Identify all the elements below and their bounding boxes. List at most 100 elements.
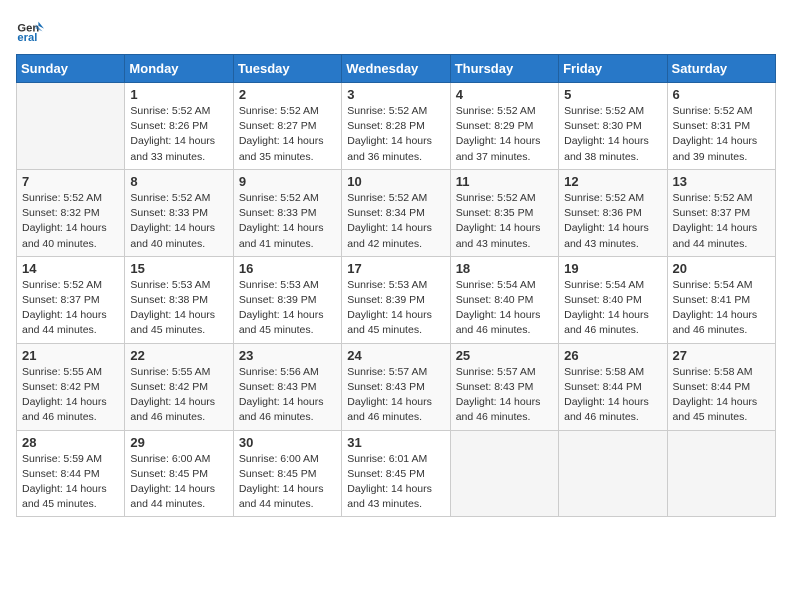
svg-text:eral: eral <box>17 32 37 44</box>
day-number: 31 <box>347 435 444 450</box>
calendar-cell: 24Sunrise: 5:57 AM Sunset: 8:43 PM Dayli… <box>342 343 450 430</box>
calendar-cell: 5 Sunrise: 5:52 AM Sunset: 8:30 PM Daylig… <box>559 83 667 170</box>
day-info: Sunrise: 5:52 AM Sunset: 8:27 PM Dayligh… <box>239 104 336 165</box>
calendar-cell: 31 Sunrise: 6:01 AM Sunset: 8:45 PM Dayli… <box>342 430 450 517</box>
calendar-cell: 19 Sunrise: 5:54 AM Sunset: 8:40 PM Dayli… <box>559 256 667 343</box>
calendar-cell: 16 Sunrise: 5:53 AM Sunset: 8:39 PM Dayli… <box>233 256 341 343</box>
calendar-cell: 29Sunrise: 6:00 AM Sunset: 8:45 PM Dayli… <box>125 430 233 517</box>
day-info: Sunrise: 5:52 AM Sunset: 8:28 PM Dayligh… <box>347 104 444 165</box>
day-info: Sunrise: 5:52 AM Sunset: 8:34 PM Dayligh… <box>347 191 444 252</box>
day-info: Sunrise: 5:59 AM Sunset: 8:44 PM Dayligh… <box>22 452 119 513</box>
calendar-cell: 1 Sunrise: 5:52 AM Sunset: 8:26 PM Daylig… <box>125 83 233 170</box>
weekday-header-wednesday: Wednesday <box>342 55 450 83</box>
calendar-cell <box>17 83 125 170</box>
calendar-cell: 11Sunrise: 5:52 AM Sunset: 8:35 PM Dayli… <box>450 169 558 256</box>
day-number: 1 <box>130 87 227 102</box>
day-info: Sunrise: 6:00 AM Sunset: 8:45 PM Dayligh… <box>239 452 336 513</box>
day-number: 21 <box>22 348 119 363</box>
weekday-header-thursday: Thursday <box>450 55 558 83</box>
day-info: Sunrise: 5:55 AM Sunset: 8:42 PM Dayligh… <box>130 365 227 426</box>
day-info: Sunrise: 5:52 AM Sunset: 8:33 PM Dayligh… <box>239 191 336 252</box>
day-info: Sunrise: 5:53 AM Sunset: 8:39 PM Dayligh… <box>239 278 336 339</box>
day-info: Sunrise: 5:54 AM Sunset: 8:40 PM Dayligh… <box>456 278 553 339</box>
day-number: 18 <box>456 261 553 276</box>
calendar-cell: 22Sunrise: 5:55 AM Sunset: 8:42 PM Dayli… <box>125 343 233 430</box>
day-info: Sunrise: 5:58 AM Sunset: 8:44 PM Dayligh… <box>564 365 661 426</box>
day-number: 3 <box>347 87 444 102</box>
calendar-cell: 15 Sunrise: 5:53 AM Sunset: 8:38 PM Dayli… <box>125 256 233 343</box>
calendar-week-2: 7Sunrise: 5:52 AM Sunset: 8:32 PM Daylig… <box>17 169 776 256</box>
day-number: 15 <box>130 261 227 276</box>
calendar-cell <box>450 430 558 517</box>
calendar-cell: 10 Sunrise: 5:52 AM Sunset: 8:34 PM Dayli… <box>342 169 450 256</box>
day-number: 26 <box>564 348 661 363</box>
calendar-cell: 14 Sunrise: 5:52 AM Sunset: 8:37 PM Dayli… <box>17 256 125 343</box>
calendar-week-1: 1 Sunrise: 5:52 AM Sunset: 8:26 PM Daylig… <box>17 83 776 170</box>
calendar-cell: 4Sunrise: 5:52 AM Sunset: 8:29 PM Daylig… <box>450 83 558 170</box>
day-info: Sunrise: 5:52 AM Sunset: 8:37 PM Dayligh… <box>673 191 770 252</box>
day-number: 10 <box>347 174 444 189</box>
day-number: 28 <box>22 435 119 450</box>
calendar-week-5: 28 Sunrise: 5:59 AM Sunset: 8:44 PM Dayli… <box>17 430 776 517</box>
day-info: Sunrise: 5:52 AM Sunset: 8:29 PM Dayligh… <box>456 104 553 165</box>
calendar-cell: 2 Sunrise: 5:52 AM Sunset: 8:27 PM Daylig… <box>233 83 341 170</box>
calendar-cell: 3 Sunrise: 5:52 AM Sunset: 8:28 PM Daylig… <box>342 83 450 170</box>
calendar-cell: 30 Sunrise: 6:00 AM Sunset: 8:45 PM Dayli… <box>233 430 341 517</box>
day-number: 20 <box>673 261 770 276</box>
day-number: 8 <box>130 174 227 189</box>
calendar-cell: 21 Sunrise: 5:55 AM Sunset: 8:42 PM Dayli… <box>17 343 125 430</box>
calendar-cell: 18 Sunrise: 5:54 AM Sunset: 8:40 PM Dayli… <box>450 256 558 343</box>
day-info: Sunrise: 5:56 AM Sunset: 8:43 PM Dayligh… <box>239 365 336 426</box>
day-number: 16 <box>239 261 336 276</box>
day-info: Sunrise: 5:52 AM Sunset: 8:31 PM Dayligh… <box>673 104 770 165</box>
day-info: Sunrise: 5:57 AM Sunset: 8:43 PM Dayligh… <box>456 365 553 426</box>
day-number: 9 <box>239 174 336 189</box>
day-info: Sunrise: 5:52 AM Sunset: 8:36 PM Dayligh… <box>564 191 661 252</box>
day-number: 30 <box>239 435 336 450</box>
calendar-week-3: 14 Sunrise: 5:52 AM Sunset: 8:37 PM Dayli… <box>17 256 776 343</box>
page-header: Gen eral <box>16 16 776 44</box>
day-info: Sunrise: 5:52 AM Sunset: 8:33 PM Dayligh… <box>130 191 227 252</box>
day-info: Sunrise: 5:52 AM Sunset: 8:37 PM Dayligh… <box>22 278 119 339</box>
calendar-week-4: 21 Sunrise: 5:55 AM Sunset: 8:42 PM Dayli… <box>17 343 776 430</box>
day-number: 2 <box>239 87 336 102</box>
weekday-header-row: SundayMondayTuesdayWednesdayThursdayFrid… <box>17 55 776 83</box>
calendar-cell: 6 Sunrise: 5:52 AM Sunset: 8:31 PM Daylig… <box>667 83 775 170</box>
calendar-cell <box>667 430 775 517</box>
calendar-cell: 9 Sunrise: 5:52 AM Sunset: 8:33 PM Daylig… <box>233 169 341 256</box>
day-number: 19 <box>564 261 661 276</box>
day-number: 13 <box>673 174 770 189</box>
day-number: 29 <box>130 435 227 450</box>
calendar-cell: 28 Sunrise: 5:59 AM Sunset: 8:44 PM Dayli… <box>17 430 125 517</box>
day-info: Sunrise: 5:54 AM Sunset: 8:41 PM Dayligh… <box>673 278 770 339</box>
calendar-table: SundayMondayTuesdayWednesdayThursdayFrid… <box>16 54 776 517</box>
day-info: Sunrise: 5:52 AM Sunset: 8:30 PM Dayligh… <box>564 104 661 165</box>
calendar-cell: 20 Sunrise: 5:54 AM Sunset: 8:41 PM Dayli… <box>667 256 775 343</box>
day-info: Sunrise: 5:52 AM Sunset: 8:26 PM Dayligh… <box>130 104 227 165</box>
calendar-cell: 27 Sunrise: 5:58 AM Sunset: 8:44 PM Dayli… <box>667 343 775 430</box>
day-number: 27 <box>673 348 770 363</box>
day-number: 5 <box>564 87 661 102</box>
weekday-header-sunday: Sunday <box>17 55 125 83</box>
day-info: Sunrise: 5:54 AM Sunset: 8:40 PM Dayligh… <box>564 278 661 339</box>
day-number: 7 <box>22 174 119 189</box>
logo: Gen eral <box>16 16 48 44</box>
logo-icon: Gen eral <box>16 16 44 44</box>
day-info: Sunrise: 6:01 AM Sunset: 8:45 PM Dayligh… <box>347 452 444 513</box>
day-number: 23 <box>239 348 336 363</box>
calendar-cell: 12 Sunrise: 5:52 AM Sunset: 8:36 PM Dayli… <box>559 169 667 256</box>
calendar-cell <box>559 430 667 517</box>
day-info: Sunrise: 5:55 AM Sunset: 8:42 PM Dayligh… <box>22 365 119 426</box>
day-number: 6 <box>673 87 770 102</box>
day-info: Sunrise: 5:57 AM Sunset: 8:43 PM Dayligh… <box>347 365 444 426</box>
day-info: Sunrise: 5:53 AM Sunset: 8:38 PM Dayligh… <box>130 278 227 339</box>
day-info: Sunrise: 5:58 AM Sunset: 8:44 PM Dayligh… <box>673 365 770 426</box>
day-number: 12 <box>564 174 661 189</box>
weekday-header-tuesday: Tuesday <box>233 55 341 83</box>
day-info: Sunrise: 5:52 AM Sunset: 8:35 PM Dayligh… <box>456 191 553 252</box>
calendar-cell: 13 Sunrise: 5:52 AM Sunset: 8:37 PM Dayli… <box>667 169 775 256</box>
weekday-header-monday: Monday <box>125 55 233 83</box>
calendar-cell: 26 Sunrise: 5:58 AM Sunset: 8:44 PM Dayli… <box>559 343 667 430</box>
day-number: 14 <box>22 261 119 276</box>
calendar-cell: 8 Sunrise: 5:52 AM Sunset: 8:33 PM Daylig… <box>125 169 233 256</box>
